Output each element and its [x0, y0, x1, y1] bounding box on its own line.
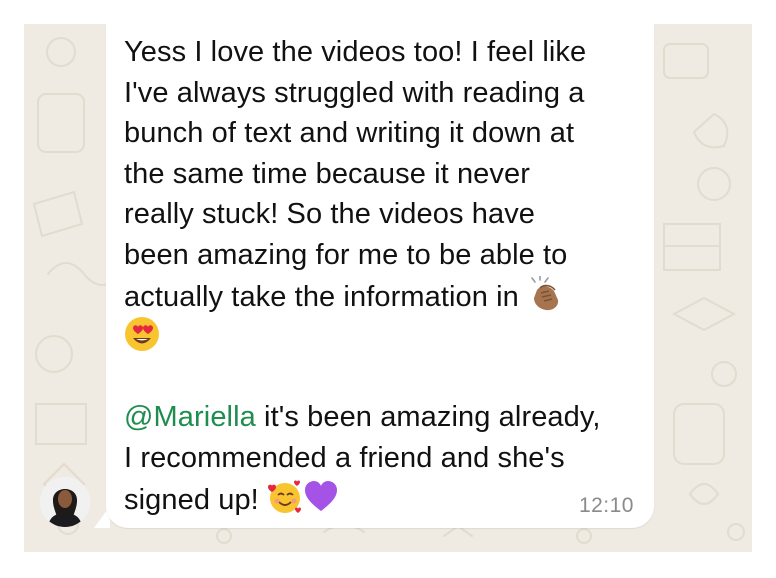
message-line: actually take the information in: [124, 280, 519, 313]
message-text: Yess I love the videos too! I feel like …: [124, 32, 646, 519]
reply-text: it's been amazing already,: [255, 401, 601, 434]
reply-line: I recommended a friend and she's: [124, 441, 565, 474]
message-line: I've always struggled with reading a: [124, 76, 585, 109]
message-line: bunch of text and writing it down at: [124, 117, 575, 150]
purple-heart-icon: [305, 480, 337, 511]
sender-avatar[interactable]: [40, 477, 90, 527]
message-line: really stuck! So the videos have: [124, 198, 536, 231]
reply-line: @Mariella it's been amazing already,: [124, 397, 646, 438]
message-bubble[interactable]: Yess I love the videos too! I feel like …: [106, 24, 654, 528]
heart-eyes-icon: [125, 317, 159, 352]
reply-text: signed up!: [124, 483, 259, 516]
mention-link[interactable]: @Mariella: [124, 401, 256, 433]
smiling-face-with-hearts-icon: [268, 480, 301, 513]
screenshot-frame: Yess I love the videos too! I feel like …: [0, 0, 776, 578]
person-avatar-icon: [40, 477, 90, 527]
message-line: Yess I love the videos too! I feel like: [124, 36, 587, 68]
clapping-hands-icon: [531, 275, 559, 310]
message-line: been amazing for me to be able to: [124, 238, 568, 271]
message-line-with-emoji: actually take the information in: [124, 275, 646, 317]
emoji-line: [124, 316, 646, 357]
message-line: the same time because it never: [124, 157, 530, 190]
reply-line-with-emoji: signed up!: [124, 479, 646, 520]
message-timestamp: 12:10: [578, 494, 634, 517]
